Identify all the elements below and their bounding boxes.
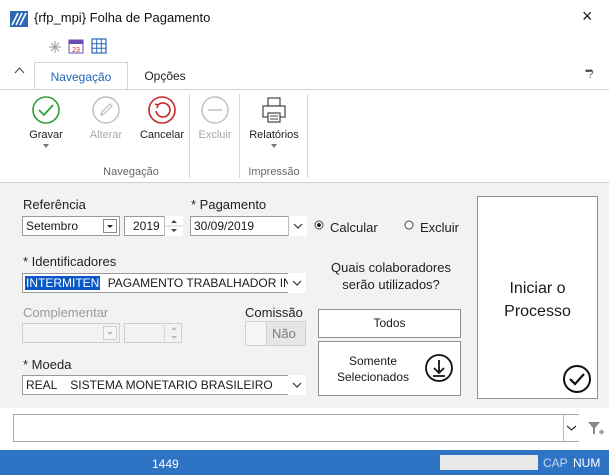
app-logo-icon xyxy=(10,11,28,27)
relatorios-button[interactable]: Relatórios xyxy=(245,95,303,148)
identificador-codigo: INTERMITEN xyxy=(25,276,101,290)
complementar-label: Complementar xyxy=(23,305,109,320)
ano-value: 2019 xyxy=(133,219,160,233)
calcular-label: Calcular xyxy=(330,220,378,235)
question-line2: serão utilizados? xyxy=(342,277,440,292)
check-circle-icon xyxy=(32,96,60,124)
calendar-icon[interactable]: 23 xyxy=(68,38,84,54)
pin-icon[interactable] xyxy=(48,40,62,54)
svg-text:23: 23 xyxy=(72,47,80,54)
printer-icon xyxy=(262,97,286,123)
moeda-dropdown-button[interactable] xyxy=(288,375,306,395)
moeda-select[interactable]: REAL SISTEMA MONETARIO BRASILEIRO xyxy=(22,375,306,395)
window-title: {rfp_mpi} Folha de Pagamento xyxy=(34,10,211,25)
group-impressao-label: Impressão xyxy=(248,166,300,178)
dropdown-arrow-icon xyxy=(271,144,277,148)
more-options-button[interactable]: ••• xyxy=(585,66,593,76)
iniciar-processo-button[interactable]: Iniciar o Processo xyxy=(477,196,598,399)
referencia-label: Referência xyxy=(23,197,86,212)
somente-line1: Somente xyxy=(348,354,398,368)
ribbon-separator xyxy=(239,94,240,178)
pagamento-label: * Pagamento xyxy=(191,197,267,212)
stepper-arrows-icon xyxy=(171,327,177,339)
chevron-down-icon xyxy=(292,382,302,388)
toggle-knob xyxy=(246,322,267,345)
ribbon: Gravar Alterar Cancelar Excluir Relatóri… xyxy=(0,90,609,183)
relatorios-label: Relatórios xyxy=(249,129,299,141)
download-icon xyxy=(425,354,453,382)
chevron-down-icon xyxy=(293,223,303,229)
calcular-radio[interactable] xyxy=(314,219,324,233)
tab-navegacao[interactable]: Navegação xyxy=(34,62,128,90)
complementar-dropdown-button[interactable] xyxy=(103,326,117,340)
cancelar-label: Cancelar xyxy=(139,129,185,141)
alterar-button[interactable]: Alterar xyxy=(84,95,128,141)
grid-icon[interactable] xyxy=(91,38,107,54)
pagamento-value: 30/09/2019 xyxy=(194,219,255,233)
somente-selecionados-label: Somente Selecionados xyxy=(333,353,413,385)
identificadores-dropdown-button[interactable] xyxy=(288,273,306,293)
comissao-label: Comissão xyxy=(245,305,303,320)
complementar-stepper-buttons[interactable] xyxy=(164,323,183,343)
excluir-radio[interactable] xyxy=(404,219,414,233)
comissao-value: Não xyxy=(272,326,296,341)
gravar-button[interactable]: Gravar xyxy=(24,95,68,148)
comissao-toggle[interactable]: Não xyxy=(245,321,306,346)
filter-dropdown-button[interactable] xyxy=(563,415,579,441)
somente-selecionados-button[interactable]: Somente Selecionados xyxy=(318,341,461,396)
num-lock-indicator: NUM xyxy=(573,456,601,470)
iniciar-line1: Iniciar o xyxy=(509,280,566,297)
status-progress xyxy=(440,455,538,470)
chevron-down-icon xyxy=(107,225,113,228)
todos-label: Todos xyxy=(373,316,406,330)
gravar-label: Gravar xyxy=(29,129,63,141)
excluir-label: Excluir xyxy=(198,129,232,141)
filter-icon[interactable] xyxy=(587,420,605,438)
pagamento-dropdown-button[interactable] xyxy=(288,216,307,236)
radio-unselected-icon xyxy=(404,220,414,230)
question-line1: Quais colaboradores xyxy=(331,260,451,275)
moeda-codigo: REAL xyxy=(26,378,57,392)
radio-selected-icon xyxy=(314,220,324,230)
stepper-arrows-icon xyxy=(165,220,183,232)
filter-input[interactable] xyxy=(13,414,579,442)
cancelar-button[interactable]: Cancelar xyxy=(138,95,186,141)
collapse-ribbon-button[interactable] xyxy=(14,65,25,77)
status-bar: 1449 CAP NUM xyxy=(0,450,609,475)
identificador-descricao: PAGAMENTO TRABALHADOR INTE xyxy=(107,276,306,290)
caps-lock-indicator: CAP xyxy=(543,456,568,470)
undo-icon xyxy=(148,96,176,124)
checkmark-icon xyxy=(563,365,591,393)
chevron-up-icon xyxy=(14,67,25,74)
chevron-down-icon xyxy=(292,280,302,286)
mes-value: Setembro xyxy=(26,219,79,233)
alterar-label: Alterar xyxy=(89,129,123,141)
ano-stepper-buttons[interactable] xyxy=(164,216,183,236)
excluir-button[interactable]: Excluir xyxy=(193,95,237,141)
moeda-label: * Moeda xyxy=(23,357,72,372)
identificadores-label: * Identificadores xyxy=(23,254,117,269)
dropdown-arrow-icon xyxy=(43,144,49,148)
moeda-descricao: SISTEMA MONETARIO BRASILEIRO xyxy=(70,378,273,392)
chevron-down-icon xyxy=(107,332,113,335)
chevron-down-icon xyxy=(566,425,577,431)
identificadores-select[interactable]: INTERMITEN PAGAMENTO TRABALHADOR INTE xyxy=(22,273,306,293)
tab-opcoes[interactable]: Opções xyxy=(140,62,190,89)
iniciar-processo-label: Iniciar o Processo xyxy=(478,277,597,323)
excluir-radio-label: Excluir xyxy=(420,220,460,235)
minus-circle-icon xyxy=(201,96,229,124)
todos-button[interactable]: Todos xyxy=(318,309,461,338)
somente-line2: Selecionados xyxy=(336,370,410,384)
iniciar-line2: Processo xyxy=(504,303,571,320)
question-text: Quais colaboradores serão utilizados? xyxy=(328,259,454,293)
close-button[interactable]: × xyxy=(582,6,593,27)
pencil-icon xyxy=(92,96,120,124)
record-count: 1449 xyxy=(152,457,179,471)
ribbon-separator xyxy=(307,94,308,178)
group-navegacao-label: Navegação xyxy=(103,166,159,178)
mes-dropdown-button[interactable] xyxy=(103,219,117,233)
